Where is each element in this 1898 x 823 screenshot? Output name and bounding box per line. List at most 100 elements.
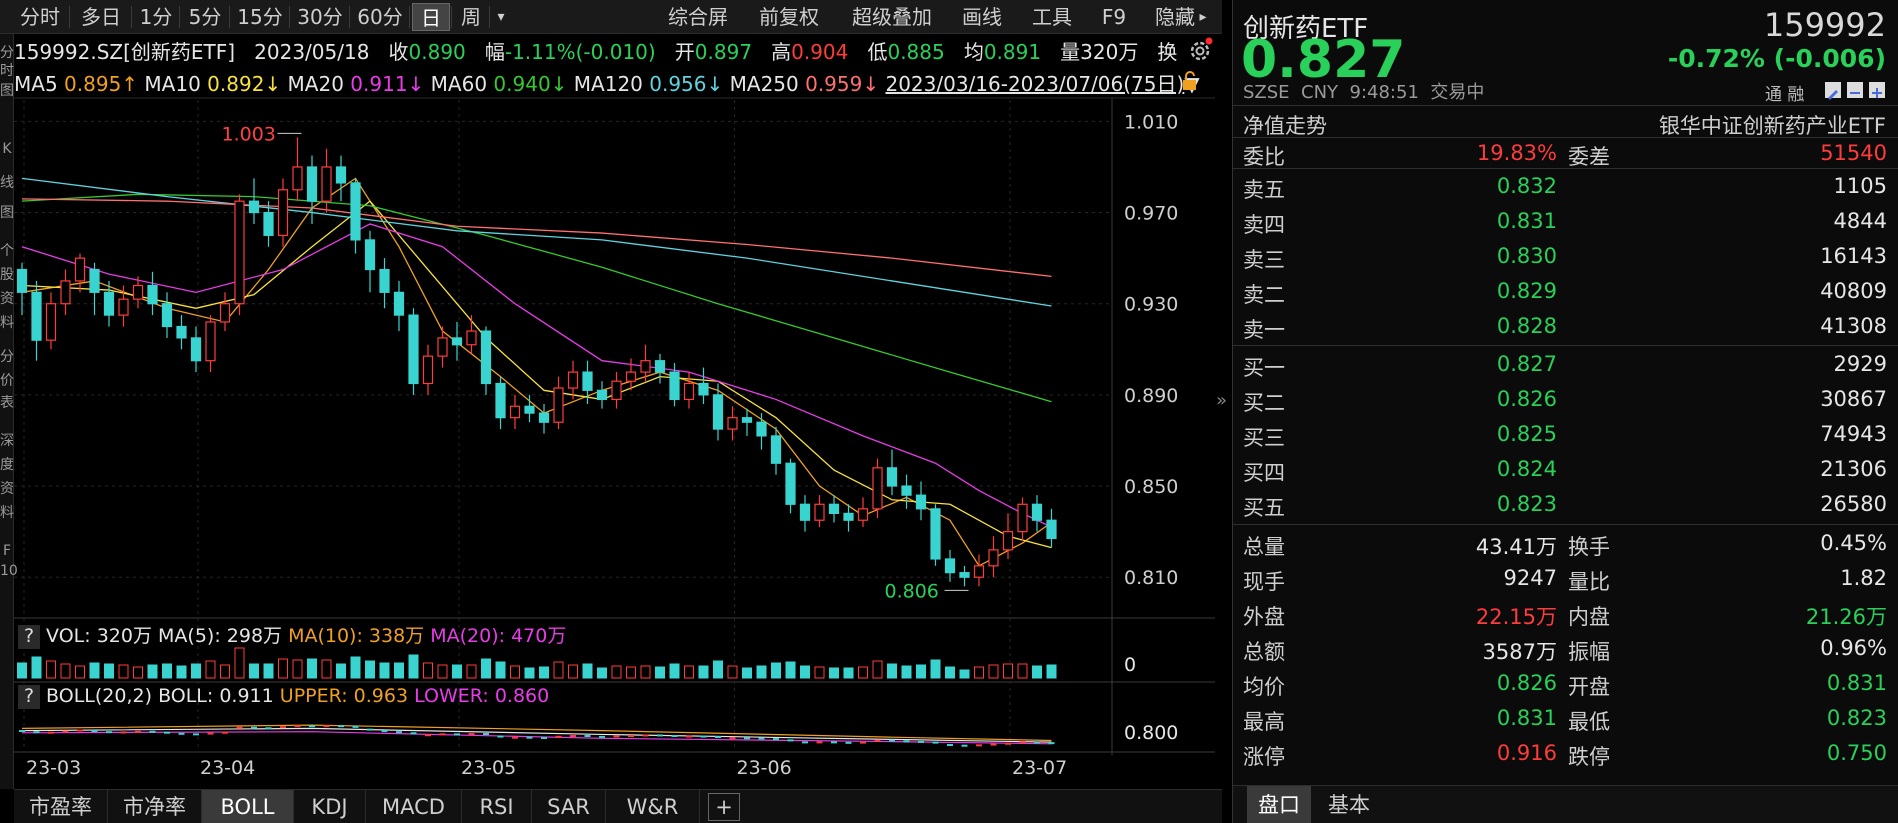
volume-bar — [785, 661, 796, 679]
candle[interactable] — [988, 536, 999, 578]
candle[interactable] — [611, 372, 622, 409]
candle[interactable] — [509, 394, 521, 430]
candle[interactable] — [350, 178, 361, 254]
candle[interactable] — [480, 326, 492, 395]
candle[interactable] — [422, 344, 434, 395]
candle[interactable] — [901, 474, 912, 509]
indicator-tab-2[interactable]: BOLL — [202, 790, 294, 823]
candle[interactable] — [118, 285, 129, 327]
order-row[interactable]: 买二 0.826 30867 — [1233, 383, 1898, 418]
candle[interactable] — [147, 271, 158, 316]
quote-tab-1[interactable]: 基本 — [1317, 786, 1381, 823]
candle[interactable] — [930, 504, 941, 566]
candle[interactable] — [698, 367, 709, 404]
order-price: 0.831 — [1496, 209, 1557, 233]
candle[interactable] — [973, 554, 985, 587]
candle[interactable] — [176, 315, 187, 350]
candle[interactable] — [16, 262, 28, 316]
edit-icon[interactable] — [1825, 82, 1841, 100]
candle[interactable] — [379, 258, 390, 309]
boll-lower: LOWER: 0.860 — [414, 685, 550, 707]
candle-body — [582, 371, 593, 391]
kline-chart[interactable]: 23-03 23-04 23-05 23-06 23-07 1.010 0.970 0.930… — [0, 0, 1222, 789]
candle[interactable] — [886, 449, 898, 496]
candle[interactable] — [828, 495, 840, 523]
indicator-tab-4[interactable]: MACD — [366, 790, 462, 823]
candle[interactable] — [727, 406, 738, 441]
indicator-tab-1[interactable]: 市净率 — [108, 790, 202, 823]
candle[interactable] — [89, 262, 100, 316]
candle[interactable] — [31, 280, 42, 361]
candle[interactable] — [335, 155, 347, 202]
volume-help-icon[interactable]: ? — [18, 625, 40, 649]
candle[interactable] — [1031, 495, 1043, 532]
order-row[interactable]: 卖二 0.829 40809 — [1233, 275, 1898, 310]
candle[interactable] — [1017, 497, 1028, 541]
candle[interactable] — [959, 565, 970, 587]
candle[interactable] — [654, 353, 666, 384]
candle[interactable] — [451, 321, 463, 361]
indicator-tab-0[interactable]: 市盈率 — [14, 790, 108, 823]
y-tick-label: 0.810 — [1124, 567, 1178, 589]
volume-bar — [959, 669, 970, 679]
indicator-tab-6[interactable]: SAR — [532, 790, 606, 823]
candle[interactable] — [814, 495, 825, 528]
boll-bar — [744, 737, 750, 740]
indicator-tab-5[interactable]: RSI — [462, 790, 532, 823]
candle[interactable] — [785, 458, 796, 514]
lock-icon[interactable] — [1180, 70, 1200, 92]
candle[interactable] — [234, 194, 245, 316]
candle[interactable] — [466, 315, 477, 354]
order-price: 0.824 — [1496, 457, 1557, 481]
candle[interactable] — [567, 360, 579, 400]
candle[interactable] — [857, 497, 869, 528]
boll-bar — [309, 725, 315, 728]
candle[interactable] — [538, 404, 550, 434]
candle[interactable] — [756, 413, 767, 450]
candle[interactable] — [45, 292, 57, 350]
order-row[interactable]: 买一 0.827 2929 — [1233, 348, 1898, 383]
order-row[interactable]: 卖一 0.828 41308 — [1233, 310, 1898, 345]
candle[interactable] — [915, 481, 927, 521]
candle[interactable] — [741, 408, 753, 436]
candle[interactable] — [292, 137, 303, 202]
candle[interactable] — [495, 376, 506, 430]
candle[interactable] — [364, 230, 376, 293]
add-indicator-button[interactable]: + — [708, 793, 740, 821]
order-row[interactable]: 买四 0.824 21306 — [1233, 453, 1898, 488]
candle[interactable] — [596, 381, 608, 409]
candle[interactable] — [74, 253, 86, 293]
candle[interactable] — [408, 308, 419, 395]
candle[interactable] — [219, 292, 231, 332]
candle[interactable] — [683, 372, 695, 409]
candle[interactable] — [306, 155, 318, 224]
candle[interactable] — [205, 315, 216, 373]
boll-help-icon[interactable]: ? — [18, 685, 40, 709]
order-row[interactable]: 买三 0.825 74943 — [1233, 418, 1898, 453]
candle[interactable] — [1046, 508, 1057, 548]
candle[interactable] — [437, 326, 448, 368]
candle[interactable] — [161, 292, 173, 338]
order-row[interactable]: 卖三 0.830 16143 — [1233, 240, 1898, 275]
candle[interactable] — [190, 326, 202, 373]
candle[interactable] — [553, 376, 564, 430]
candle[interactable] — [60, 269, 71, 316]
indicator-tab-3[interactable]: KDJ — [294, 790, 366, 823]
candle[interactable] — [393, 280, 405, 332]
plus-icon[interactable] — [1869, 82, 1885, 98]
quote-tab-0[interactable]: 盘口 — [1247, 786, 1311, 823]
candle[interactable] — [277, 178, 289, 247]
order-row[interactable]: 卖四 0.831 4844 — [1233, 205, 1898, 240]
order-row[interactable]: 卖五 0.832 1105 — [1233, 170, 1898, 205]
candle[interactable] — [872, 458, 883, 518]
candle[interactable] — [799, 495, 811, 532]
nav-trend-link[interactable]: 净值走势 — [1243, 110, 1327, 140]
minus-icon[interactable] — [1847, 82, 1863, 98]
indicator-tab-7[interactable]: W&R — [606, 790, 700, 823]
candle[interactable] — [248, 178, 260, 224]
volume-ma20: MA(20): 470万 — [430, 625, 567, 647]
quote-panel: 创新药ETF 159992 0.827 -0.72% (-0.006) SZSE… — [1232, 0, 1898, 823]
candle[interactable] — [625, 358, 637, 391]
order-level-label: 买一 — [1243, 356, 1285, 380]
order-row[interactable]: 买五 0.823 26580 — [1233, 488, 1898, 523]
